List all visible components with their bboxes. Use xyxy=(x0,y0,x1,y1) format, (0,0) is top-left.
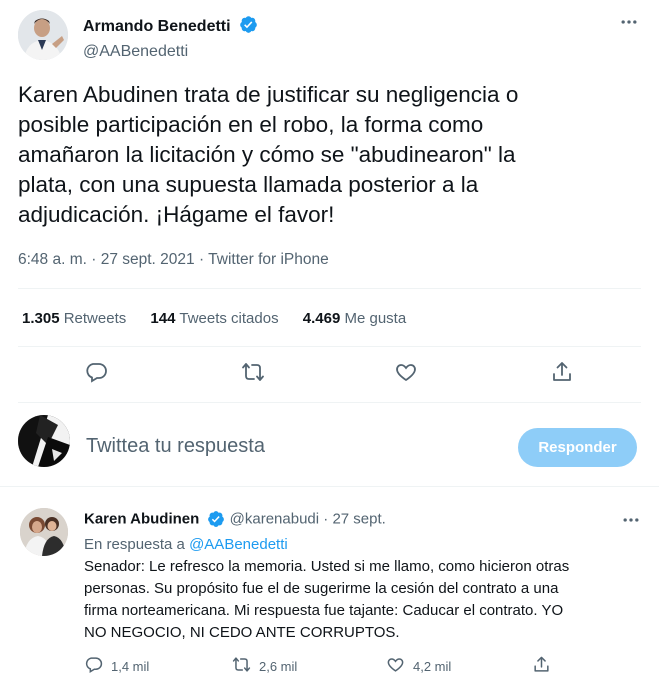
reply-text-line: personas. Su propósito fue el de sugerir… xyxy=(84,580,559,597)
retweet-icon[interactable] xyxy=(241,360,267,386)
divider xyxy=(18,288,641,289)
replying-to: En respuesta a @AABenedetti xyxy=(84,536,288,553)
quotes-stat[interactable]: 144 Tweets citados xyxy=(150,310,278,327)
divider xyxy=(0,486,659,487)
quotes-label: Tweets citados xyxy=(179,310,279,327)
author-avatar[interactable] xyxy=(18,10,68,60)
retweet-icon[interactable] xyxy=(232,655,251,677)
reply-action[interactable]: 1,4 mil xyxy=(84,655,149,677)
likes-label: Me gusta xyxy=(344,310,407,327)
reply-author-handle[interactable]: @karenabudi xyxy=(230,510,319,527)
divider xyxy=(18,402,641,403)
replying-handle-link[interactable]: @AABenedetti xyxy=(189,536,288,553)
author-info: Armando Benedetti @AABenedetti xyxy=(83,15,258,61)
retweet-count: 2,6 mil xyxy=(259,658,298,674)
verified-icon xyxy=(207,510,225,529)
tweet-actions xyxy=(0,360,659,390)
like-count: 4,2 mil xyxy=(413,658,452,674)
reply-date[interactable]: 27 sept. xyxy=(332,510,385,527)
retweet-action[interactable]: 2,6 mil xyxy=(232,655,297,677)
reply-text-line: firma norteamericana. Mi respuesta fue t… xyxy=(84,602,564,619)
tweet-text-line: Karen Abudinen trata de justificar su ne… xyxy=(18,82,519,107)
more-icon[interactable] xyxy=(621,510,641,530)
reply-button[interactable]: Responder xyxy=(518,428,637,467)
reply-count: 1,4 mil xyxy=(111,658,150,674)
quotes-count: 144 xyxy=(150,310,176,327)
reply-icon[interactable] xyxy=(84,655,103,677)
separator-dot: · xyxy=(323,510,329,528)
divider xyxy=(18,346,641,347)
tweet-timestamp[interactable]: 6:48 a. m. · 27 sept. 2021 · Twitter for… xyxy=(18,251,329,269)
reply-composer: Twittea tu respuesta Responder xyxy=(0,415,659,485)
like-action[interactable]: 4,2 mil xyxy=(386,655,451,677)
verified-icon xyxy=(239,15,258,39)
reply-text: Senador: Le refresco la memoria. Usted s… xyxy=(84,556,629,644)
reply-text-line: NO NEGOCIO, NI CEDO ANTE CORRUPTOS. xyxy=(84,624,400,641)
user-avatar[interactable] xyxy=(18,415,70,467)
tweet-text-line: amañaron la licitación y cómo se "abudin… xyxy=(18,142,516,167)
reply-input[interactable]: Twittea tu respuesta xyxy=(86,435,265,458)
tweet-stats: 1.305 Retweets 144 Tweets citados 4.469 … xyxy=(22,310,426,327)
share-action[interactable] xyxy=(532,655,551,677)
reply-icon[interactable] xyxy=(84,360,110,386)
tweet-text-line: posible participación en el robo, la for… xyxy=(18,112,484,137)
replying-prefix: En respuesta a xyxy=(84,536,185,553)
reply-author-name[interactable]: Karen Abudinen xyxy=(84,510,199,527)
author-handle[interactable]: @AABenedetti xyxy=(83,43,258,61)
like-icon[interactable] xyxy=(394,360,420,386)
share-icon[interactable] xyxy=(532,655,551,677)
tweet-header: Armando Benedetti @AABenedetti xyxy=(18,10,643,62)
reply-author-avatar[interactable] xyxy=(20,508,68,556)
reply-actions: 1,4 mil 2,6 mil 4,2 mil xyxy=(84,655,644,679)
reply-text-line: Senador: Le refresco la memoria. Usted s… xyxy=(84,558,570,575)
more-icon[interactable] xyxy=(619,12,639,32)
share-icon[interactable] xyxy=(550,360,576,386)
reply-header: Karen Abudinen @karenabudi · 27 sept. xyxy=(84,510,386,529)
reply-tweet[interactable]: Karen Abudinen @karenabudi · 27 sept. En… xyxy=(0,498,659,690)
like-icon[interactable] xyxy=(386,655,405,677)
tweet-text-line: plata, con una supuesta llamada posterio… xyxy=(18,172,479,197)
retweets-label: Retweets xyxy=(63,310,127,327)
likes-stat[interactable]: 4.469 Me gusta xyxy=(303,310,406,327)
retweets-stat[interactable]: 1.305 Retweets xyxy=(22,310,126,327)
tweet-text-line: adjudicación. ¡Hágame el favor! xyxy=(18,202,335,227)
tweet-text: Karen Abudinen trata de justificar su ne… xyxy=(18,80,643,230)
retweets-count: 1.305 xyxy=(22,310,60,327)
author-name[interactable]: Armando Benedetti xyxy=(83,18,231,36)
likes-count: 4.469 xyxy=(302,310,341,327)
